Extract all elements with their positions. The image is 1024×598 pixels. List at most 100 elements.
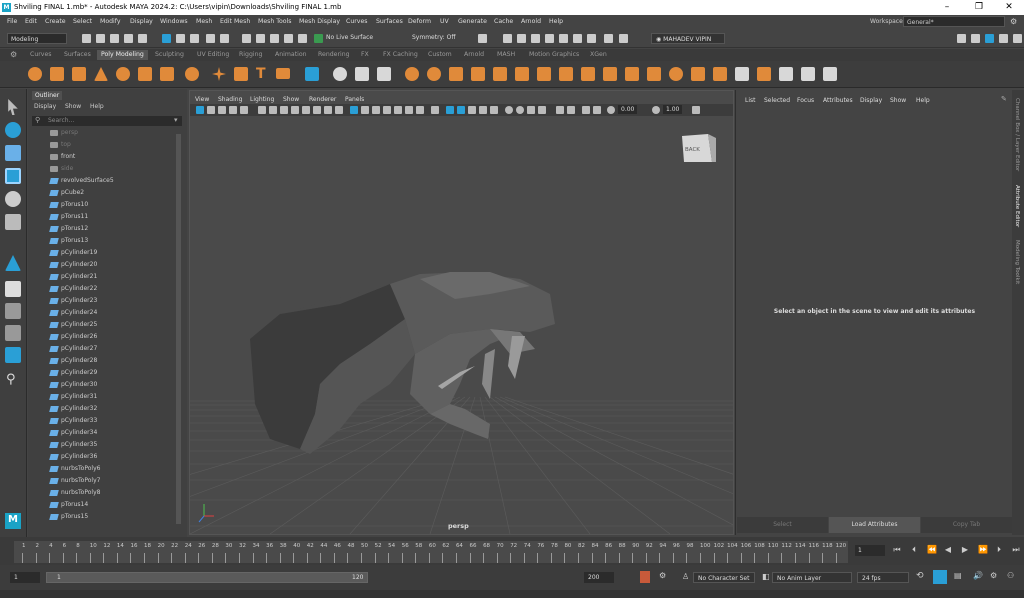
crease-tool-icon[interactable] bbox=[823, 67, 837, 81]
viewport-menu-panels[interactable]: Panels bbox=[345, 96, 364, 103]
outliner-item[interactable]: pCylinder26 bbox=[49, 333, 97, 345]
persp-outliner-layout-icon[interactable] bbox=[5, 325, 21, 341]
selection-mask-icon[interactable] bbox=[206, 34, 215, 43]
menu-mesh-tools[interactable]: Mesh Tools bbox=[258, 18, 292, 25]
step-forward-frame-icon[interactable]: ⏵ bbox=[995, 545, 1003, 555]
snake-head-model[interactable] bbox=[250, 272, 555, 454]
lasso-tool-icon[interactable] bbox=[5, 122, 21, 138]
ae-load-attributes-button[interactable]: Load Attributes bbox=[829, 517, 920, 533]
render-setup-icon[interactable] bbox=[573, 34, 582, 43]
viewport-menu-shading[interactable]: Shading bbox=[218, 96, 242, 103]
outliner-item[interactable]: pCylinder29 bbox=[49, 369, 97, 381]
menu-create[interactable]: Create bbox=[45, 18, 66, 25]
scale-tool-icon[interactable] bbox=[5, 214, 21, 230]
append-polygon-icon[interactable] bbox=[647, 67, 661, 81]
channel-box-toggle-icon[interactable] bbox=[1013, 34, 1022, 43]
cache-settings-icon[interactable]: ▤ bbox=[954, 571, 962, 580]
shelf-tab-sculpting[interactable]: Sculpting bbox=[155, 51, 184, 58]
type-tool-icon[interactable]: T bbox=[256, 66, 266, 82]
select-edge-loop-icon[interactable] bbox=[333, 67, 347, 81]
shelf-tab-fx[interactable]: FX bbox=[361, 51, 369, 58]
play-forwards-icon[interactable]: ▶ bbox=[961, 545, 969, 555]
fill-hole-icon[interactable] bbox=[625, 67, 639, 81]
shelf-tab-surfaces[interactable]: Surfaces bbox=[64, 51, 91, 58]
command-line[interactable] bbox=[0, 590, 1024, 598]
menu-help[interactable]: Help bbox=[549, 18, 563, 25]
quad-draw-icon[interactable] bbox=[779, 67, 793, 81]
select-by-component-icon[interactable] bbox=[190, 34, 199, 43]
viewport-menu-view[interactable]: View bbox=[195, 96, 209, 103]
character-set-icon[interactable]: ♙ bbox=[682, 572, 689, 581]
poly-cube-icon[interactable] bbox=[50, 67, 64, 81]
time-ticks[interactable]: 1 2 4 6 8 10 12 14 16 18 20 22 24 26 28 30 32 34 36 38 40 42 4… bbox=[14, 541, 848, 563]
render-view-icon[interactable] bbox=[503, 34, 512, 43]
playback-range-bar[interactable]: 1 120 bbox=[46, 572, 368, 583]
shelf-tab-arnold[interactable]: Arnold bbox=[464, 51, 484, 58]
render-settings-icon[interactable] bbox=[545, 34, 554, 43]
ae-select-button[interactable]: Select bbox=[737, 517, 828, 533]
history-icon[interactable] bbox=[478, 34, 487, 43]
hypershade-icon[interactable] bbox=[559, 34, 568, 43]
step-back-key-icon[interactable]: ⏪ bbox=[927, 545, 937, 555]
shelf-tab-rendering[interactable]: Rendering bbox=[318, 51, 350, 58]
shelf-tab-animation[interactable]: Animation bbox=[275, 51, 307, 58]
search-options-chevron-icon[interactable]: ▾ bbox=[174, 116, 178, 124]
outliner-tab[interactable]: Outliner bbox=[32, 91, 63, 100]
bevel-icon[interactable] bbox=[603, 67, 617, 81]
outliner-item[interactable]: pCylinder19 bbox=[49, 249, 97, 261]
menu-mesh-display[interactable]: Mesh Display bbox=[299, 18, 340, 25]
snap-curve-icon[interactable] bbox=[256, 34, 265, 43]
close-button[interactable]: ✕ bbox=[994, 2, 1024, 12]
move-tool-icon[interactable] bbox=[5, 168, 21, 184]
outliner-item[interactable]: pCylinder30 bbox=[49, 381, 97, 393]
ae-menu-attributes[interactable]: Attributes bbox=[823, 97, 853, 104]
snap-grid-icon[interactable] bbox=[242, 34, 251, 43]
menu-select[interactable]: Select bbox=[73, 18, 92, 25]
maya-logo-icon[interactable]: M bbox=[5, 513, 21, 529]
combine-icon[interactable] bbox=[405, 67, 419, 81]
select-by-hierarchy-icon[interactable] bbox=[162, 34, 171, 43]
extrude-icon[interactable] bbox=[581, 67, 595, 81]
character-set-select[interactable]: No Character Set bbox=[693, 572, 755, 583]
menu-display[interactable]: Display bbox=[130, 18, 153, 25]
outliner-item[interactable]: front bbox=[50, 153, 75, 165]
ae-menu-list[interactable]: List bbox=[745, 97, 756, 104]
poly-plane-icon[interactable] bbox=[138, 67, 152, 81]
ae-menu-focus[interactable]: Focus bbox=[797, 97, 814, 104]
ae-menu-display[interactable]: Display bbox=[860, 97, 882, 104]
auto-key-icon[interactable] bbox=[640, 571, 650, 583]
outliner-item[interactable]: nurbsToPoly6 bbox=[49, 465, 100, 477]
multi-cut-icon[interactable] bbox=[669, 67, 683, 81]
outliner-item[interactable]: pTorus12 bbox=[49, 225, 88, 237]
ae-menu-help[interactable]: Help bbox=[916, 97, 930, 104]
step-forward-key-icon[interactable]: ⏩ bbox=[978, 545, 988, 555]
menu-generate[interactable]: Generate bbox=[458, 18, 487, 25]
gear-icon[interactable]: ⚙ bbox=[1010, 17, 1017, 26]
outliner-item[interactable]: pCylinder21 bbox=[49, 273, 97, 285]
delete-edge-icon[interactable] bbox=[735, 67, 749, 81]
outliner-item[interactable]: pCylinder33 bbox=[49, 417, 97, 429]
tab-channel-box[interactable]: Channel Box / Layer Editor bbox=[1014, 98, 1020, 171]
minimize-button[interactable]: – bbox=[932, 2, 962, 12]
viewport-canvas[interactable]: BACK persp bbox=[190, 104, 733, 534]
select-tool-icon[interactable] bbox=[8, 99, 18, 115]
single-perspective-layout-icon[interactable] bbox=[5, 281, 21, 297]
scene-end-field[interactable]: 200 bbox=[584, 572, 614, 583]
shelf-tab-motion-graphics[interactable]: Motion Graphics bbox=[529, 51, 579, 58]
outliner-item[interactable]: pCylinder36 bbox=[49, 453, 97, 465]
arnold-render-icon[interactable] bbox=[604, 34, 613, 43]
symmetry-select[interactable]: Symmetry: Off bbox=[412, 34, 455, 41]
menu-file[interactable]: File bbox=[7, 18, 17, 25]
select-edge-ring-icon[interactable] bbox=[355, 67, 369, 81]
outliner-item[interactable]: side bbox=[50, 165, 73, 177]
undo-icon[interactable] bbox=[124, 34, 133, 43]
make-live-icon[interactable] bbox=[298, 34, 307, 43]
light-editor-icon[interactable] bbox=[587, 34, 596, 43]
outliner-item[interactable]: pCylinder23 bbox=[49, 297, 97, 309]
snap-view-plane-icon[interactable] bbox=[284, 34, 293, 43]
loop-icon[interactable]: ⟲ bbox=[916, 571, 924, 581]
outliner-search-input[interactable]: Search... bbox=[32, 116, 182, 126]
mirror-icon[interactable] bbox=[449, 67, 463, 81]
tab-attribute-editor[interactable]: Attribute Editor bbox=[1014, 185, 1020, 227]
retopo-icon[interactable] bbox=[537, 67, 551, 81]
